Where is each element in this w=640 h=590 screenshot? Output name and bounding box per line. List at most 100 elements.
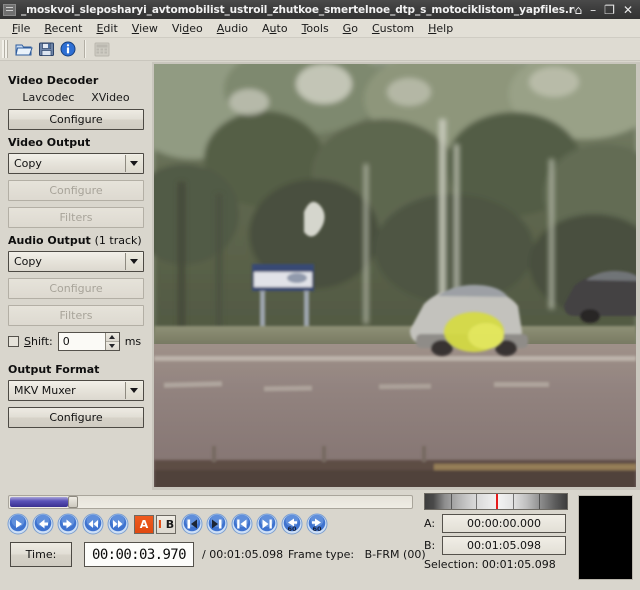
close-window-button[interactable]: ✕ <box>623 4 633 16</box>
audio-shift-unit: ms <box>124 335 142 348</box>
marker-panel: A: 00:00:00.000 B: 00:01:05.098 Selectio… <box>424 490 574 590</box>
menu-item-tools[interactable]: Tools <box>295 21 336 36</box>
marker-timeline[interactable] <box>424 493 568 510</box>
open-file-icon[interactable] <box>13 39 35 59</box>
menu-item-go[interactable]: Go <box>336 21 365 36</box>
video-decoder-info: Lavcodec XVideo <box>8 91 144 104</box>
marker-a-label: A: <box>424 517 436 530</box>
audio-shift-row: Shift: 0 ms <box>8 332 144 351</box>
video-output-title: Video Output <box>8 136 91 149</box>
marker-a-row: A: 00:00:00.000 <box>424 514 566 533</box>
chevron-down-icon[interactable] <box>125 253 142 270</box>
info-icon[interactable] <box>57 39 79 59</box>
menu-item-file[interactable]: File <box>5 21 37 36</box>
stepper-up-icon[interactable] <box>105 333 119 342</box>
stepper-buttons[interactable] <box>104 333 119 350</box>
shade-window-button[interactable]: ⌂ <box>575 4 583 16</box>
time-label-button[interactable]: Time: <box>10 542 72 567</box>
seek-bar[interactable] <box>8 495 413 509</box>
minimize-window-button[interactable]: – <box>590 4 596 16</box>
audio-shift-value: 0 <box>62 335 70 348</box>
menu-item-view[interactable]: View <box>125 21 165 36</box>
total-time-label: / 00:01:05.098 <box>202 548 284 561</box>
menu-label-recent: ecent <box>51 21 83 35</box>
chevron-down-icon[interactable] <box>125 382 142 399</box>
maximize-window-button[interactable]: ❐ <box>604 4 615 16</box>
marker-playhead[interactable] <box>496 494 498 509</box>
audio-shift-stepper[interactable]: 0 <box>57 332 120 351</box>
go-to-marker-a-button[interactable] <box>231 513 253 535</box>
back-60-seconds-button[interactable]: 60 <box>281 513 303 535</box>
tool-bar <box>0 38 640 61</box>
current-time-field[interactable]: 00:00:03.970 <box>84 542 194 567</box>
marker-a-field[interactable]: 00:00:00.000 <box>442 514 566 533</box>
menu-item-custom[interactable]: Custom <box>365 21 421 36</box>
marker-b-field[interactable]: 00:01:05.098 <box>442 536 566 555</box>
audio-output-title-text: Audio Output <box>8 234 91 247</box>
chevron-down-icon[interactable] <box>125 155 142 172</box>
menu-item-audio[interactable]: Audio <box>210 21 255 36</box>
set-marker-a-button[interactable]: A <box>134 514 154 534</box>
marker-b-row: B: 00:01:05.098 <box>424 536 566 555</box>
video-decoder-title: Video Decoder <box>8 74 99 87</box>
calculator-icon[interactable] <box>91 39 113 59</box>
video-output-selected-value: Copy <box>14 157 42 170</box>
playback-bar: A I B 60 60 Time: 00:00:03.970 / 00:01:0… <box>0 490 640 590</box>
time-row: Time: 00:00:03.970 / 00:01:05.098 <box>10 542 283 567</box>
window-title: _moskvoi_sleposharyi_avtomobilist_ustroi… <box>21 3 575 16</box>
frame-type-status: Frame type: B-FRM (00) <box>288 548 426 561</box>
rewind-button[interactable] <box>82 513 104 535</box>
previous-black-frame-button[interactable] <box>181 513 203 535</box>
menu-item-auto[interactable]: Auto <box>255 21 295 36</box>
menu-bar: File Recent Edit View Video Audio Auto T… <box>0 19 640 38</box>
play-button[interactable] <box>7 513 29 535</box>
output-format-selected-value: MKV Muxer <box>14 384 76 397</box>
menu-item-recent[interactable]: Recent <box>37 21 89 36</box>
menu-label-edit: dit <box>103 21 118 35</box>
fast-forward-button[interactable] <box>107 513 129 535</box>
frame-type-label: Frame type: <box>288 548 355 561</box>
navigation-thumbnail[interactable] <box>578 495 633 580</box>
menu-item-edit[interactable]: Edit <box>89 21 124 36</box>
video-output-configure-button[interactable]: Configure <box>8 180 144 201</box>
seek-bar-fill <box>10 497 68 507</box>
video-frame-image <box>154 64 636 487</box>
step-backward-button[interactable] <box>32 513 54 535</box>
menu-item-help[interactable]: Help <box>421 21 460 36</box>
video-output-select[interactable]: Copy <box>8 153 144 174</box>
svg-text:60: 60 <box>312 525 322 533</box>
stepper-down-icon[interactable] <box>105 341 119 350</box>
forward-60-seconds-button[interactable]: 60 <box>306 513 328 535</box>
audio-output-filters-button[interactable]: Filters <box>8 305 144 326</box>
audio-shift-checkbox[interactable] <box>8 336 19 347</box>
frame-type-value: B-FRM (00) <box>364 548 426 561</box>
video-preview-frame <box>152 62 640 490</box>
seek-bar-wrapper <box>8 495 413 509</box>
output-format-select[interactable]: MKV Muxer <box>8 380 144 401</box>
audio-output-select[interactable]: Copy <box>8 251 144 272</box>
marker-button-group: A I B <box>134 514 176 534</box>
menu-item-video[interactable]: Video <box>165 21 210 36</box>
audio-output-title: Audio Output (1 track) <box>8 234 144 247</box>
seek-bar-handle[interactable] <box>68 496 78 508</box>
save-file-icon[interactable] <box>35 39 57 59</box>
video-decoder-configure-button[interactable]: Configure <box>8 109 144 130</box>
next-black-frame-button[interactable] <box>206 513 228 535</box>
marker-b-label: B: <box>424 539 436 552</box>
audio-output-configure-button[interactable]: Configure <box>8 278 144 299</box>
audio-shift-label: Shift: <box>24 335 53 348</box>
output-format-title: Output Format <box>8 363 100 376</box>
settings-sidebar: Video Decoder Lavcodec XVideo Configure … <box>0 62 152 490</box>
menu-label-file: ile <box>17 21 31 35</box>
step-forward-button[interactable] <box>57 513 79 535</box>
transport-controls: A I B 60 60 <box>7 513 328 535</box>
video-output-filters-button[interactable]: Filters <box>8 207 144 228</box>
decoder-codec-name: Lavcodec <box>22 91 75 104</box>
set-marker-b-button[interactable]: I B <box>156 514 176 534</box>
toolbar-drag-handle[interactable] <box>2 40 9 58</box>
go-to-marker-b-button[interactable] <box>256 513 278 535</box>
video-preview[interactable] <box>154 64 636 487</box>
menu-label-view: iew <box>139 21 158 35</box>
output-format-configure-button[interactable]: Configure <box>8 407 144 428</box>
svg-text:60: 60 <box>287 525 297 533</box>
